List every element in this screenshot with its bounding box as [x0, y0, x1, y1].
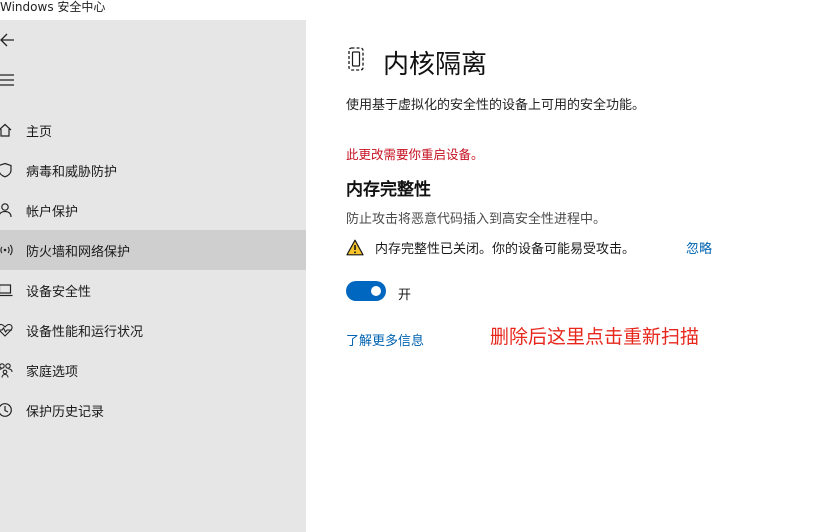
section-title-memory-integrity: 内存完整性 [346, 180, 431, 200]
app-title: Windows 安全中心 [0, 0, 106, 14]
sidebar-item-label: 设备安全性 [26, 284, 92, 300]
sidebar-item-virus-protection[interactable]: 病毒和威胁防护 [0, 150, 306, 190]
sidebar-item-device-security[interactable]: 设备安全性 [0, 270, 306, 310]
family-icon [0, 363, 13, 378]
sidebar-item-label: 帐户保护 [26, 204, 79, 220]
sidebar-item-firewall[interactable]: 防火墙和网络保护 [0, 230, 306, 270]
core-isolation-chip-icon [348, 47, 364, 71]
warning-triangle-icon [346, 239, 364, 255]
annotation-text: 删除后这里点击重新扫描 [490, 326, 700, 348]
learn-more-link[interactable]: 了解更多信息 [346, 330, 424, 349]
sidebar-item-label: 病毒和威胁防护 [26, 164, 118, 180]
wifi-antenna-icon [0, 244, 13, 256]
shield-icon [0, 162, 12, 178]
history-icon [0, 403, 12, 417]
laptop-icon [0, 284, 13, 297]
sidebar-item-protection-history[interactable]: 保护历史记录 [0, 390, 306, 430]
warning-message: 内存完整性已关闭。你的设备可能易受攻击。 [346, 236, 635, 258]
sidebar: 主页 病毒和威胁防护 帐户保护 防火墙和网络保护 设备安全性 设备性能和运行状况… [0, 20, 306, 532]
restart-required-notice: 此更改需要你重启设备。 [346, 147, 484, 162]
sidebar-item-label: 防火墙和网络保护 [26, 244, 131, 260]
title-bar: Windows 安全中心 [0, 0, 833, 20]
main-content: 内核隔离 使用基于虚拟化的安全性的设备上可用的安全功能。 此更改需要你重启设备。… [306, 20, 833, 532]
person-icon [0, 203, 12, 218]
memory-integrity-toggle[interactable] [346, 281, 386, 301]
dismiss-link[interactable]: 忽略 [686, 238, 712, 257]
sidebar-item-label: 主页 [26, 124, 53, 140]
sidebar-item-home[interactable]: 主页 [0, 110, 306, 150]
sidebar-item-family-options[interactable]: 家庭选项 [0, 350, 306, 390]
toggle-knob [371, 286, 381, 296]
section-description: 防止攻击将恶意代码插入到高安全性进程中。 [346, 212, 607, 227]
warning-text: 内存完整性已关闭。你的设备可能易受攻击。 [375, 241, 636, 257]
sidebar-item-label: 保护历史记录 [26, 404, 105, 420]
sidebar-item-device-performance[interactable]: 设备性能和运行状况 [0, 310, 306, 350]
sidebar-item-label: 家庭选项 [26, 364, 79, 380]
home-icon [0, 123, 12, 137]
page-title: 内核隔离 [383, 50, 488, 80]
toggle-state-label: 开 [398, 288, 412, 303]
hamburger-menu-icon[interactable] [0, 72, 18, 88]
page-description: 使用基于虚拟化的安全性的设备上可用的安全功能。 [346, 98, 646, 113]
back-arrow-icon[interactable] [0, 30, 18, 50]
sidebar-item-account-protection[interactable]: 帐户保护 [0, 190, 306, 230]
sidebar-item-label: 设备性能和运行状况 [26, 324, 144, 340]
heart-pulse-icon [0, 323, 13, 337]
